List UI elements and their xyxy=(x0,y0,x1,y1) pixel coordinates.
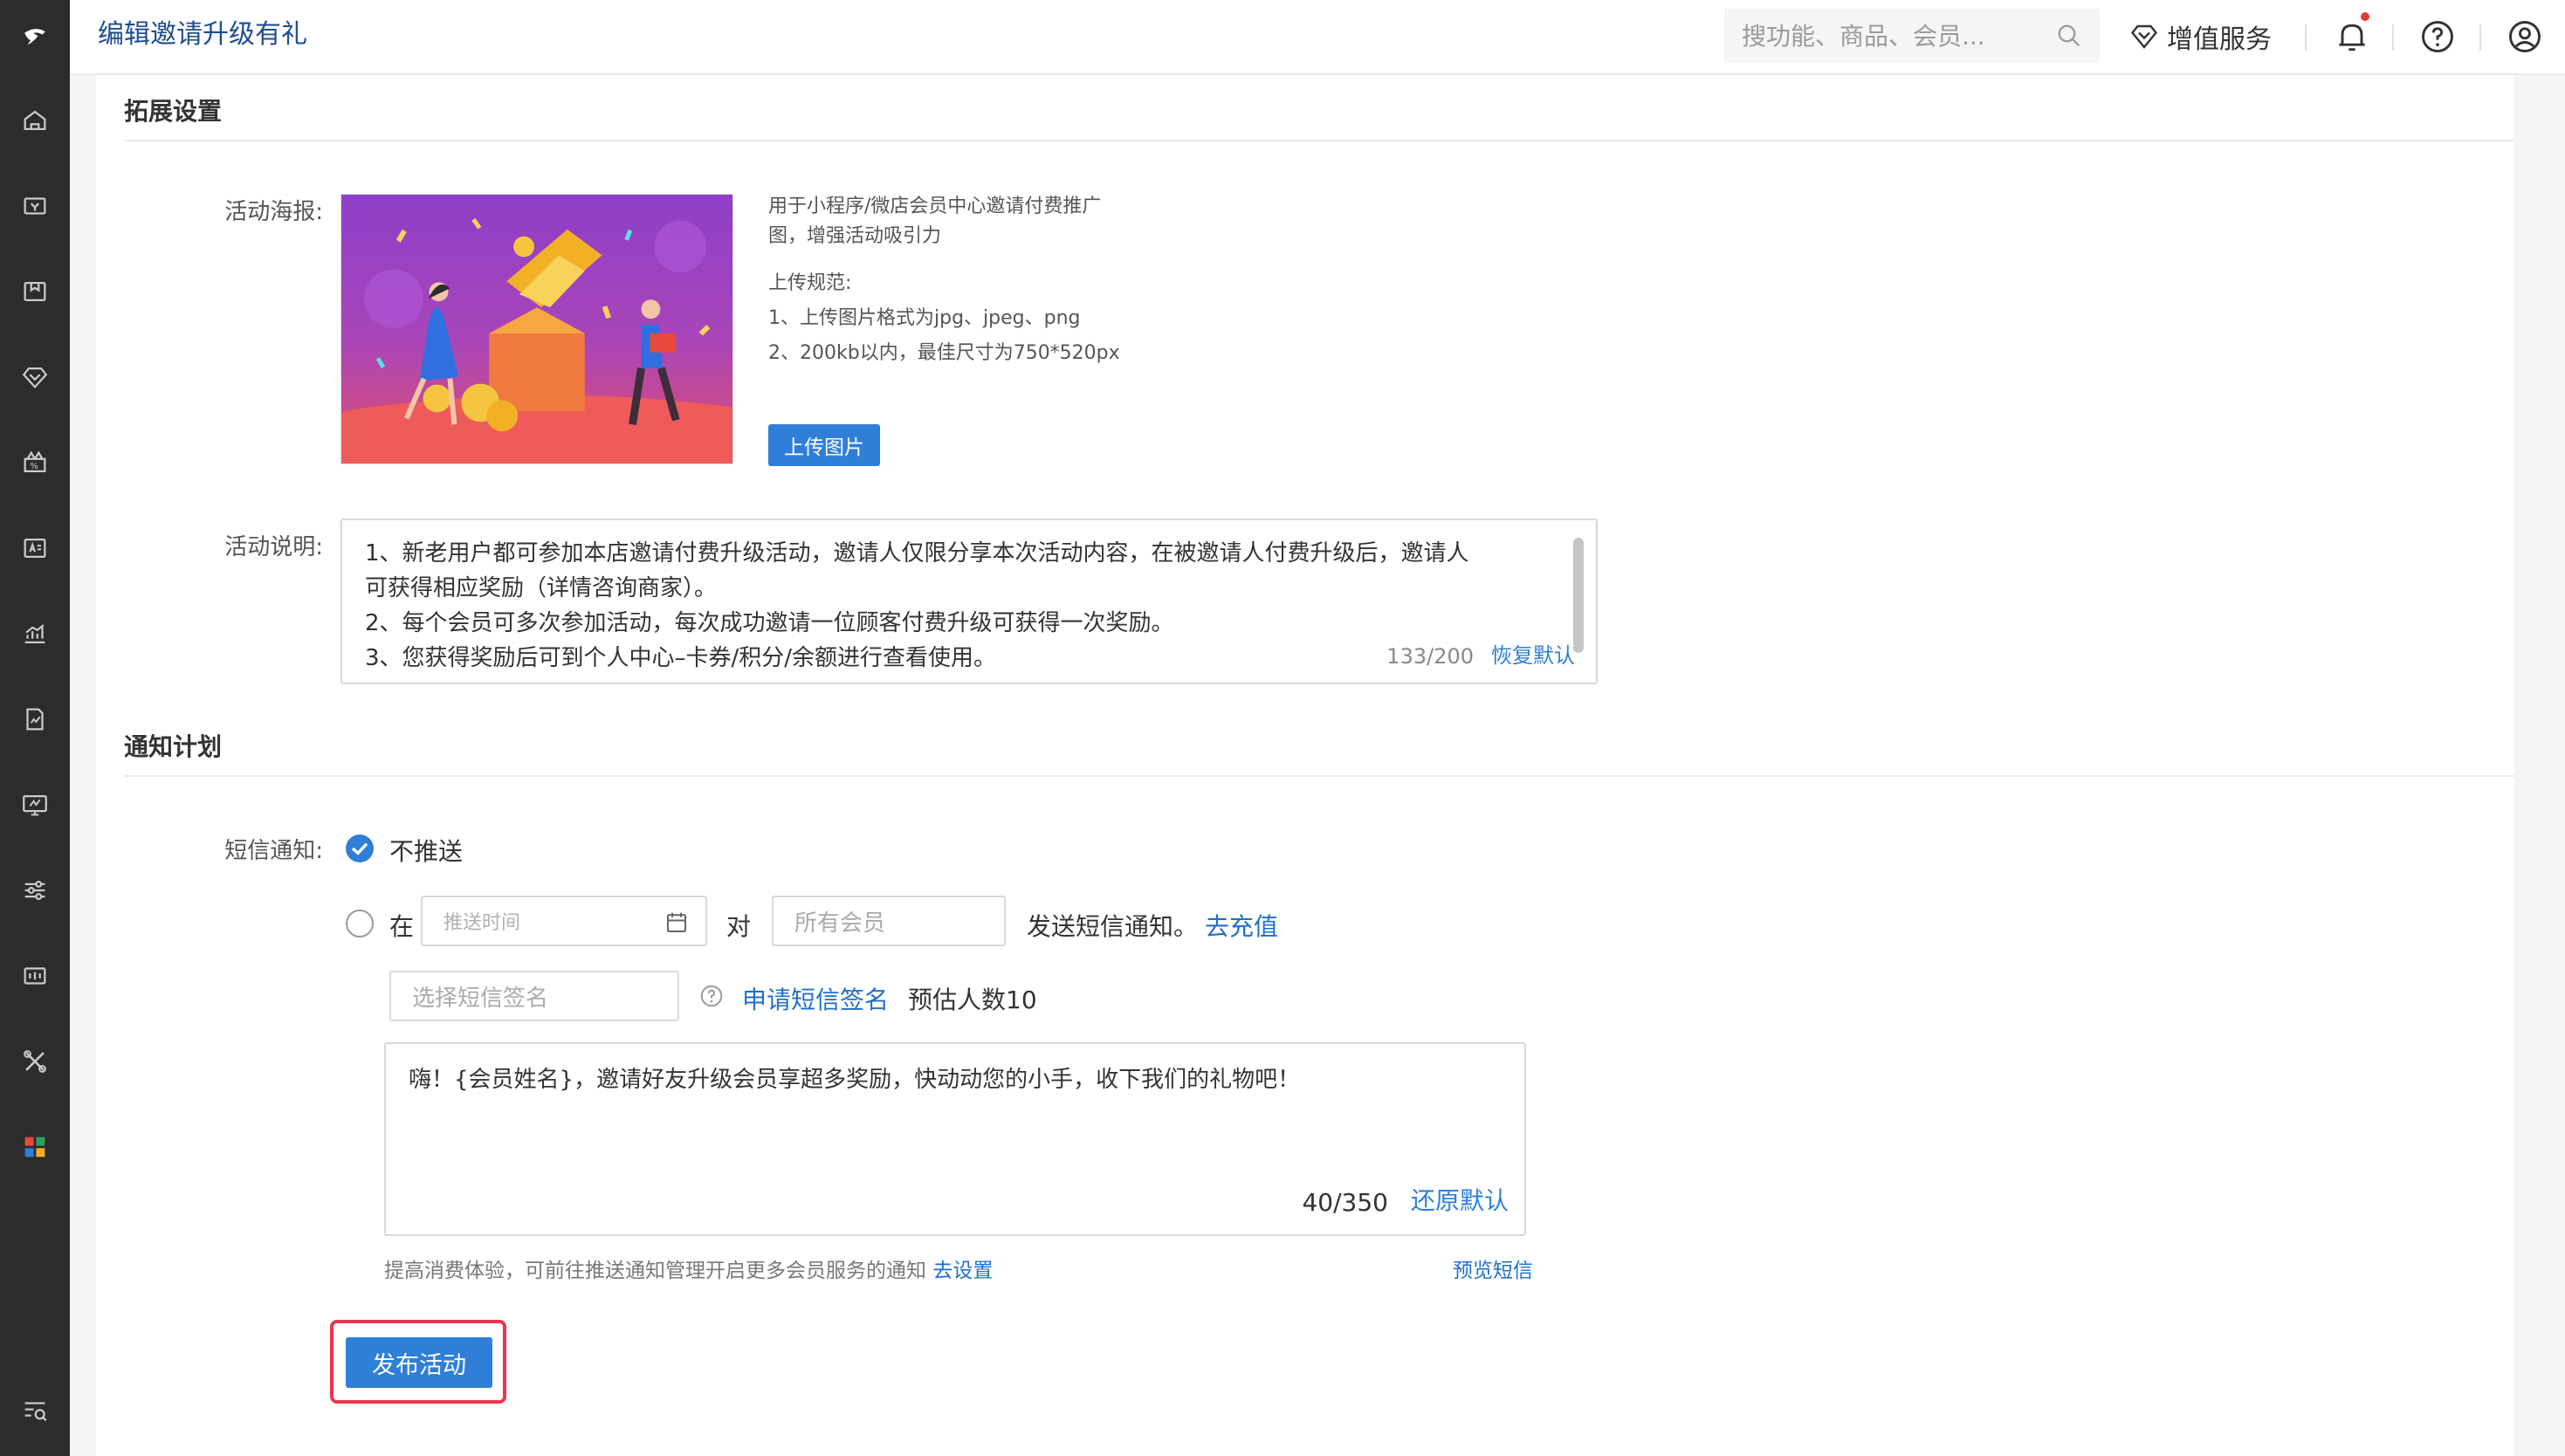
radio-scheduled[interactable] xyxy=(346,910,374,937)
description-line: 可获得相应奖励（详情咨询商家）。 xyxy=(365,575,718,601)
menu-search-icon[interactable] xyxy=(19,1395,51,1426)
sms-message-text: 嗨！{会员姓名}，邀请好友升级会员享超多奖励，快动动您的小手，收下我们的礼物吧！ xyxy=(409,1067,1301,1093)
push-time-picker[interactable]: 推送时间 xyxy=(421,896,707,946)
header-divider xyxy=(2392,24,2394,51)
publish-button[interactable]: 发布活动 xyxy=(346,1337,492,1388)
estimate-count: 预估人数10 xyxy=(908,986,1037,1014)
value-added-services-label: 增值服务 xyxy=(2167,24,2272,55)
home-icon[interactable] xyxy=(19,105,51,136)
upload-image-button[interactable]: 上传图片 xyxy=(768,424,880,466)
send-sms-text: 发送短信通知。 xyxy=(1027,912,1199,941)
question-icon[interactable] xyxy=(698,983,725,1009)
page-title: 编辑邀请升级有礼 xyxy=(98,19,307,50)
sms-content-textarea[interactable]: 嗨！{会员姓名}，邀请好友升级会员享超多奖励，快动动您的小手，收下我们的礼物吧！… xyxy=(384,1042,1526,1236)
help-icon[interactable] xyxy=(2418,17,2457,56)
header-divider xyxy=(2305,24,2307,51)
channel-icon[interactable] xyxy=(19,960,51,992)
poster-hint-line1: 用于小程序/微店会员中心邀请付费推广 xyxy=(768,196,1102,217)
bell-icon[interactable] xyxy=(2333,12,2371,56)
sms-signature-select[interactable]: 选择短信签名 xyxy=(389,971,679,1021)
finance-icon[interactable] xyxy=(19,704,51,735)
description-textarea[interactable]: 1、新老用户都可参加本店邀请付费升级活动，邀请人仅限分享本次活动内容，在被邀请人… xyxy=(340,519,1598,684)
poster-hint-line2: 图，增强活动吸引力 xyxy=(768,225,942,247)
data-icon[interactable] xyxy=(19,618,51,649)
to-label: 对 xyxy=(726,912,752,941)
marketing-icon[interactable]: % xyxy=(19,447,51,478)
monitor-icon[interactable] xyxy=(19,789,51,821)
value-added-services-button[interactable]: 增值服务 xyxy=(2128,17,2272,56)
radio-no-push[interactable] xyxy=(346,834,374,862)
svg-text:%: % xyxy=(30,462,38,471)
recharge-link[interactable]: 去充值 xyxy=(1205,908,1278,943)
publish-highlight: 发布活动 xyxy=(330,1320,506,1404)
header-divider xyxy=(2479,24,2481,51)
upload-rules-title: 上传规范: xyxy=(768,272,852,294)
order-icon[interactable] xyxy=(19,190,51,222)
main-content: 拓展设置 活动海报: 用于小程序/微店会员中心邀请付费推广 图，增强活动吸引力 … xyxy=(96,75,2514,1456)
member-select-placeholder: 所有会员 xyxy=(794,910,886,937)
upload-rule-1: 1、上传图片格式为jpg、jpeg、png xyxy=(768,307,1081,329)
description-label: 活动说明: xyxy=(224,534,323,560)
option-no-push-label: 不推送 xyxy=(389,837,464,866)
poster-image[interactable] xyxy=(340,194,733,464)
header: 编辑邀请升级有礼 增值服务 xyxy=(70,0,2565,75)
sms-tip: 提高消费体验，可前往推送通知管理开启更多会员服务的通知 去设置 xyxy=(384,1253,993,1283)
section-title-extend: 拓展设置 xyxy=(124,97,223,126)
scrollbar[interactable] xyxy=(1573,538,1584,653)
settings-sliders-icon[interactable] xyxy=(19,875,51,906)
preview-sms-link[interactable]: 预览短信 xyxy=(1453,1253,1533,1283)
apps-grid-icon[interactable] xyxy=(19,1131,51,1163)
sms-signature-placeholder: 选择短信签名 xyxy=(412,985,549,1012)
sidebar: % xyxy=(0,0,70,1456)
global-search xyxy=(1724,9,2100,63)
description-char-count: 133/200 xyxy=(1386,644,1474,669)
sms-label: 短信通知: xyxy=(224,838,323,864)
description-line: 3、您获得奖励后可到个人中心–卡券/积分/余额进行查看使用。 xyxy=(365,645,997,671)
description-line: 2、每个会员可多次参加活动，每次成功邀请一位顾客付费升级可获得一次奖励。 xyxy=(365,610,1174,636)
goods-icon[interactable] xyxy=(19,276,51,307)
apply-signature-link[interactable]: 申请短信签名 xyxy=(742,981,889,1016)
member-icon[interactable] xyxy=(19,361,51,393)
sms-restore-default-link[interactable]: 还原默认 xyxy=(1411,1182,1509,1217)
divider xyxy=(124,775,2514,777)
logo-icon[interactable] xyxy=(0,0,70,75)
description-line: 1、新老用户都可参加本店邀请付费升级活动，邀请人仅限分享本次活动内容，在被邀请人… xyxy=(365,540,1469,567)
divider xyxy=(124,140,2514,141)
store-icon[interactable] xyxy=(19,532,51,564)
section-title-notify: 通知计划 xyxy=(124,732,223,761)
go-settings-link[interactable]: 去设置 xyxy=(932,1260,993,1282)
member-select[interactable]: 所有会员 xyxy=(772,896,1006,946)
poster-label: 活动海报: xyxy=(224,199,323,225)
sms-tip-text: 提高消费体验，可前往推送通知管理开启更多会员服务的通知 xyxy=(384,1260,926,1282)
tools-icon[interactable] xyxy=(19,1046,51,1077)
upload-rule-2: 2、200kb以内，最佳尺寸为750*520px xyxy=(768,342,1120,364)
push-time-placeholder: 推送时间 xyxy=(444,912,521,934)
sms-char-count: 40/350 xyxy=(1302,1188,1388,1217)
diamond-icon xyxy=(2130,24,2158,49)
notification-dot xyxy=(2361,12,2369,21)
search-icon[interactable] xyxy=(2056,23,2082,49)
restore-default-link[interactable]: 恢复默认 xyxy=(1491,638,1575,669)
search-input[interactable] xyxy=(1724,9,2047,63)
user-avatar-icon[interactable] xyxy=(2506,17,2544,56)
calendar-icon xyxy=(667,912,686,932)
option-at-label: 在 xyxy=(389,912,415,941)
